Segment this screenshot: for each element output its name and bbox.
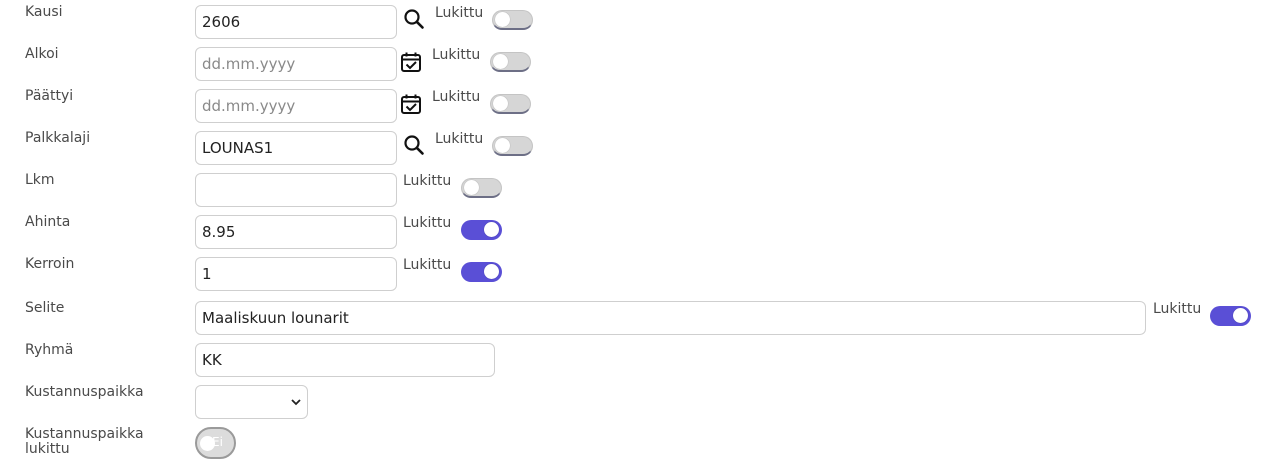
- label-lkm: Lkm: [25, 172, 55, 188]
- search-icon[interactable]: [403, 8, 425, 30]
- ahinta-locked-toggle[interactable]: [461, 220, 502, 240]
- paattyi-locked-toggle[interactable]: [490, 94, 531, 114]
- kerroin-input[interactable]: [195, 257, 397, 291]
- label-kerroin: Kerroin: [25, 256, 75, 272]
- search-icon[interactable]: [403, 134, 425, 156]
- toggle-state-text: Ei: [212, 435, 223, 449]
- lkm-locked-label: Lukittu: [403, 173, 452, 189]
- kustannuspaikka-lukittu-toggle[interactable]: Ei: [195, 427, 236, 459]
- kausi-input[interactable]: [195, 5, 397, 39]
- ahinta-locked-label: Lukittu: [403, 215, 452, 231]
- alkoi-date-input[interactable]: [195, 47, 397, 81]
- ahinta-input[interactable]: [195, 215, 397, 249]
- calendar-icon[interactable]: [400, 51, 422, 73]
- paattyi-locked-label: Lukittu: [432, 89, 481, 105]
- kausi-locked-label: Lukittu: [435, 5, 484, 21]
- label-ryhma: Ryhmä: [25, 342, 74, 358]
- selite-locked-toggle[interactable]: [1210, 306, 1251, 326]
- label-kustannuspaikka-lukittu: Kustannuspaikka lukittu: [25, 426, 144, 457]
- calendar-icon[interactable]: [400, 93, 422, 115]
- label-paattyi: Päättyi: [25, 88, 74, 104]
- label-selite: Selite: [25, 300, 65, 316]
- label-palkkalaji: Palkkalaji: [25, 130, 91, 146]
- label-ahinta: Ahinta: [25, 214, 71, 230]
- selite-input[interactable]: [195, 301, 1146, 335]
- kerroin-locked-toggle[interactable]: [461, 262, 502, 282]
- kausi-locked-toggle[interactable]: [492, 10, 533, 30]
- paattyi-date-input[interactable]: [195, 89, 397, 123]
- ryhma-input[interactable]: [195, 343, 495, 377]
- chevron-down-icon: [291, 399, 301, 406]
- alkoi-locked-label: Lukittu: [432, 47, 481, 63]
- palkkalaji-input[interactable]: [195, 131, 397, 165]
- label-kausi: Kausi: [25, 4, 63, 20]
- lkm-locked-toggle[interactable]: [461, 178, 502, 198]
- palkkalaji-locked-label: Lukittu: [435, 131, 484, 147]
- selite-locked-label: Lukittu: [1153, 301, 1202, 317]
- kustannuspaikka-select[interactable]: [195, 385, 308, 419]
- label-kustannuspaikka: Kustannuspaikka: [25, 384, 144, 400]
- kerroin-locked-label: Lukittu: [403, 257, 452, 273]
- alkoi-locked-toggle[interactable]: [490, 52, 531, 72]
- lkm-input[interactable]: [195, 173, 397, 207]
- palkkalaji-locked-toggle[interactable]: [492, 136, 533, 156]
- label-alkoi: Alkoi: [25, 46, 59, 62]
